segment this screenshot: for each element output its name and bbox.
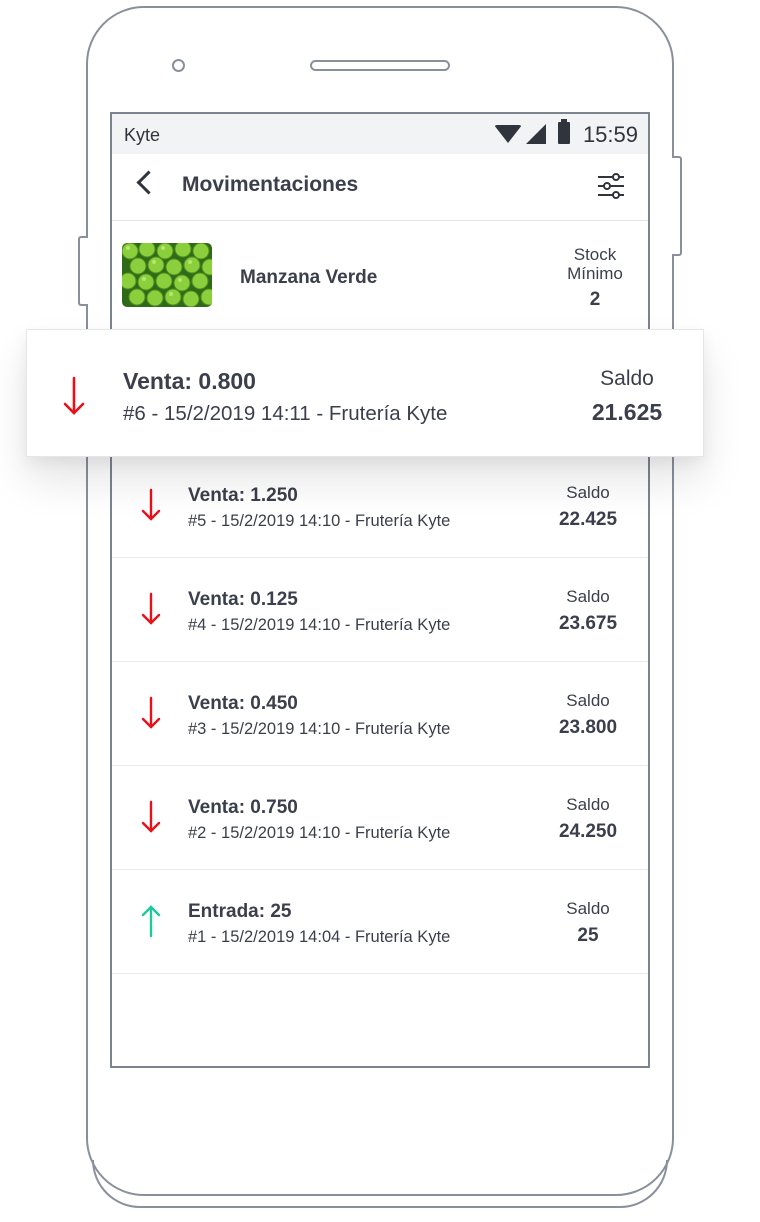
status-time: 15:59 — [582, 122, 638, 147]
page-title: Movimentaciones — [182, 173, 359, 196]
list-item[interactable]: Venta: 0.750 #2 - 15/2/2019 14:10 - Frut… — [112, 766, 648, 870]
phone-side-button — [78, 236, 88, 306]
movements-list: Venta: 1.250 #5 - 15/2/2019 14:10 - Frut… — [112, 454, 648, 974]
movement-title: Venta: 0.800 — [123, 368, 256, 394]
list-item[interactable]: Entrada: 25 #1 - 15/2/2019 14:04 - Frute… — [112, 870, 648, 974]
filter-sliders-icon[interactable] — [596, 172, 626, 200]
movement-title: Entrada: 25 — [188, 901, 292, 922]
battery-icon — [558, 119, 570, 144]
movement-details: #5 - 15/2/2019 14:10 - Frutería Kyte — [188, 512, 451, 530]
arrow-down-icon — [141, 800, 161, 833]
saldo-value: 23.800 — [558, 717, 618, 738]
back-arrow-icon[interactable] — [136, 170, 161, 195]
arrow-down-icon — [141, 592, 161, 625]
stock-min-label: Stock Mínimo — [567, 245, 623, 283]
phone-power-button — [672, 156, 682, 256]
wifi-icon — [494, 125, 522, 143]
movement-details: #2 - 15/2/2019 14:10 - Frutería Kyte — [188, 824, 451, 842]
movement-details: #6 - 15/2/2019 14:11 - Frutería Kyte — [123, 402, 448, 425]
signal-icon — [526, 124, 546, 144]
saldo-value: 25 — [577, 925, 599, 946]
product-name: Manzana Verde — [240, 267, 378, 288]
saldo-value: 22.425 — [558, 509, 618, 530]
saldo-label: Saldo — [566, 587, 610, 606]
phone-base — [92, 1160, 668, 1208]
status-app-name: Kyte — [124, 125, 161, 145]
arrow-up-icon — [141, 905, 161, 938]
saldo-label: Saldo — [566, 691, 610, 710]
camera-icon — [172, 59, 185, 72]
movement-details: #3 - 15/2/2019 14:10 - Frutería Kyte — [188, 720, 451, 738]
arrow-down-icon — [63, 376, 85, 415]
saldo-label: Saldo — [566, 795, 610, 814]
saldo-value: 23.675 — [558, 613, 618, 634]
movement-title: Venta: 0.125 — [188, 589, 298, 610]
app-bar: Movimentaciones — [112, 154, 648, 221]
status-bar: Kyte 15:59 — [112, 114, 648, 154]
arrow-down-icon — [141, 488, 161, 521]
phone-screen: Kyte 15:59 Movimentaciones Manzana Verde… — [110, 112, 650, 1068]
movement-title: Venta: 0.450 — [188, 693, 298, 714]
product-image — [122, 243, 212, 307]
arrow-down-icon — [141, 696, 161, 729]
product-header: Manzana Verde Stock Mínimo 2 — [112, 221, 648, 331]
saldo-label: Saldo — [566, 899, 610, 918]
list-item[interactable]: Venta: 1.250 #5 - 15/2/2019 14:10 - Frut… — [112, 454, 648, 558]
saldo-value: 21.625 — [591, 399, 663, 425]
movement-title: Venta: 1.250 — [188, 485, 298, 506]
stock-min-value: 2 — [589, 289, 601, 310]
movement-title: Venta: 0.750 — [188, 797, 298, 818]
highlighted-movement-card[interactable]: Venta: 0.800 #6 - 15/2/2019 14:11 - Frut… — [26, 329, 704, 457]
movement-details: #1 - 15/2/2019 14:04 - Frutería Kyte — [188, 928, 451, 946]
list-item[interactable]: Venta: 0.450 #3 - 15/2/2019 14:10 - Frut… — [112, 662, 648, 766]
movement-details: #4 - 15/2/2019 14:10 - Frutería Kyte — [188, 616, 451, 634]
saldo-label: Saldo — [566, 483, 610, 502]
saldo-label: Saldo — [600, 367, 654, 390]
list-item[interactable]: Venta: 0.125 #4 - 15/2/2019 14:10 - Frut… — [112, 558, 648, 662]
speaker-grille — [310, 60, 450, 71]
saldo-value: 24.250 — [558, 821, 618, 842]
